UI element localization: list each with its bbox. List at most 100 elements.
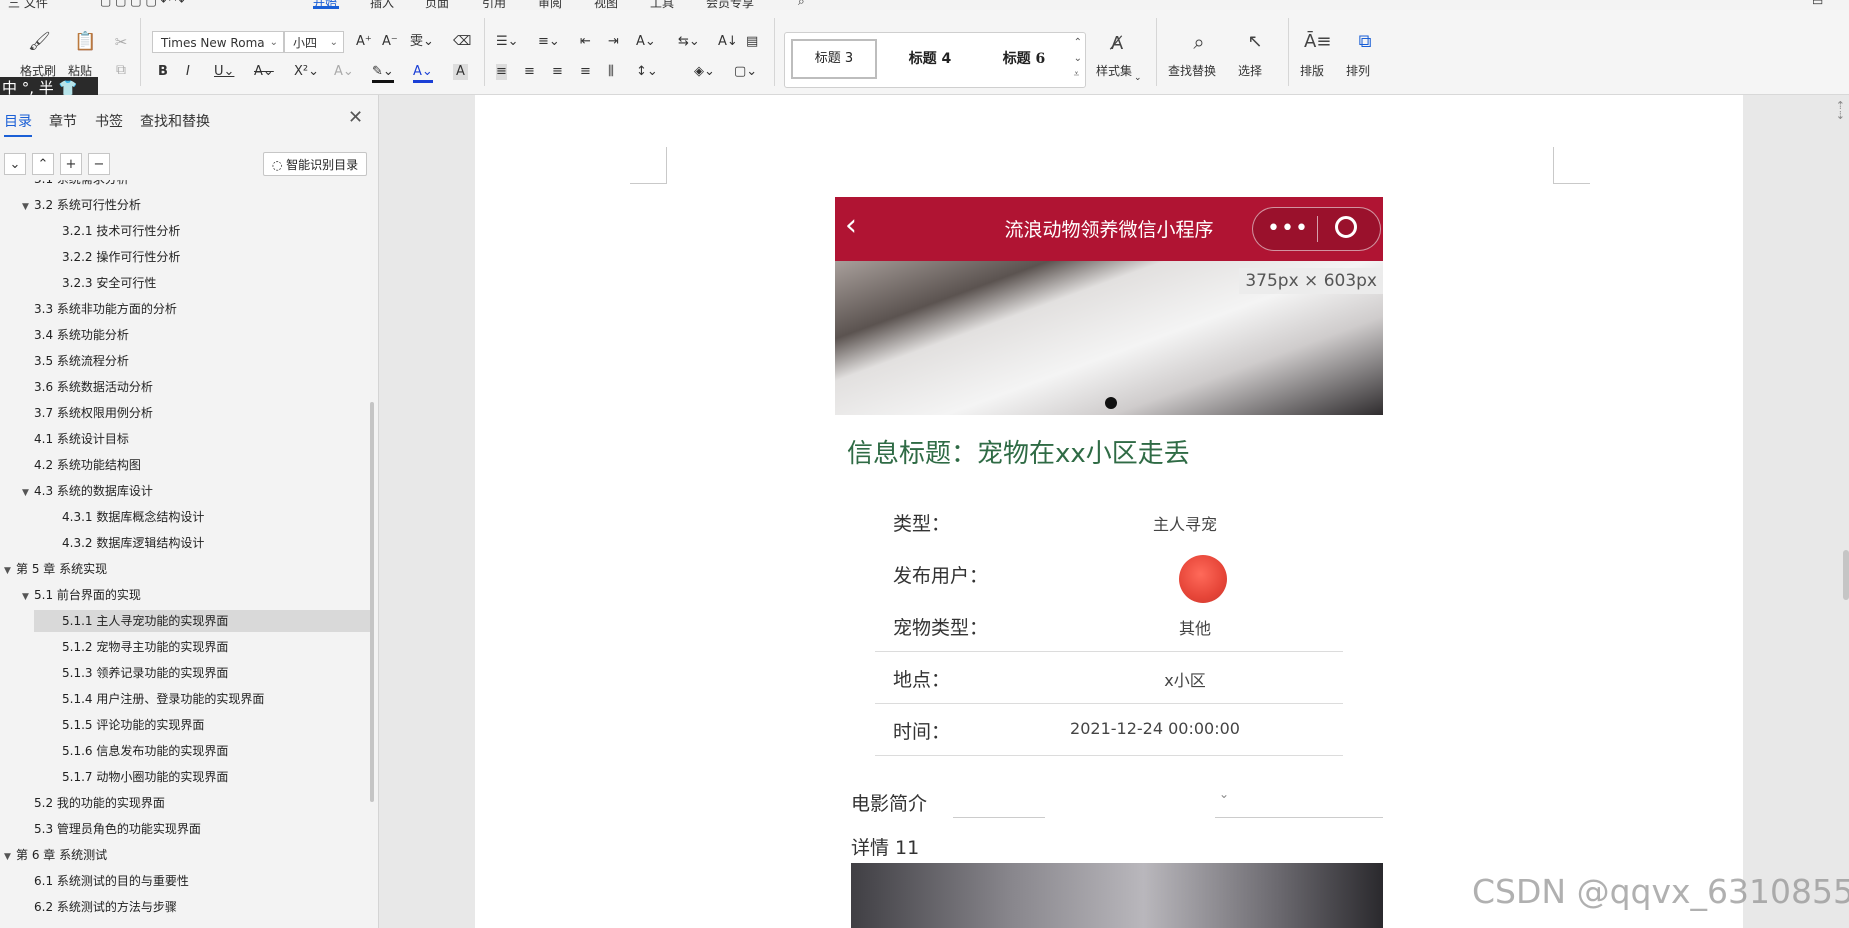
border-icon[interactable]: ▢⌄ [734, 64, 757, 80]
toc-item[interactable]: 3.3 系统非功能方面的分析 [0, 298, 177, 320]
toc-item[interactable]: 3.2.2 操作可行性分析 [0, 246, 180, 268]
style-set-label[interactable]: 样式集 [1096, 62, 1132, 79]
expand-triangle-icon[interactable]: ▼ [4, 846, 16, 868]
font-color-icon[interactable]: A⌄ [413, 64, 433, 83]
paste-icon[interactable]: 📋 [74, 32, 96, 52]
close-icon[interactable]: ✕ [348, 107, 363, 128]
toc-item[interactable]: ▼ 5.1 前台界面的实现 [0, 584, 141, 606]
arrange-icon[interactable]: ⧉ [1352, 32, 1378, 52]
underline-icon[interactable]: U⌄ [214, 64, 234, 80]
justify-icon[interactable]: ≡ [580, 64, 591, 80]
decrease-indent-icon[interactable]: ⇤ [580, 34, 591, 50]
align-center-icon[interactable]: ≡ [524, 64, 535, 80]
toc-item[interactable]: 3.5 系统流程分析 [0, 350, 129, 372]
toc-item[interactable]: 5.1.7 动物小圈功能的实现界面 [0, 766, 228, 788]
align-right-icon[interactable]: ≡ [552, 64, 563, 80]
toc-item[interactable]: 5.1.2 宠物寻主功能的实现界面 [0, 636, 228, 658]
toc-item[interactable]: 3.7 系统权限用例分析 [0, 402, 153, 424]
select-cursor-icon[interactable]: ↖ [1244, 32, 1266, 52]
toc-item[interactable]: 5.1.6 信息发布功能的实现界面 [0, 740, 228, 762]
search-icon[interactable]: ⌕ [798, 0, 805, 9]
bold-icon[interactable]: B [158, 64, 168, 80]
numbered-list-icon[interactable]: ≡⌄ [538, 34, 560, 50]
document-scrollbar[interactable] [1843, 550, 1849, 600]
font-name-select[interactable]: Times New Roma ⌄ [152, 31, 284, 53]
chevron-down-icon[interactable]: ⌄ [1134, 70, 1142, 86]
toc-item[interactable]: 4.2 系统功能结构图 [0, 454, 141, 476]
tab-tools[interactable]: 工具 [650, 0, 674, 10]
phonetic-icon[interactable]: 雯⌄ [410, 34, 434, 50]
increase-font-icon[interactable]: A⁺ [356, 34, 372, 50]
ruler-toggle-icon[interactable]: ⇡ ⇣ [1836, 100, 1845, 121]
line-spacing-icon[interactable]: ↕⌄ [636, 64, 658, 80]
toc-item[interactable]: 4.3.1 数据库概念结构设计 [0, 506, 204, 528]
distribute-icon[interactable]: ⫼ [608, 64, 614, 80]
window-control-icon[interactable]: ▭ [1812, 0, 1823, 8]
char-shading-icon[interactable]: A [453, 64, 468, 80]
copy-icon[interactable]: ⧉ [112, 60, 130, 80]
remove-heading-button[interactable]: − [88, 153, 110, 175]
file-menu[interactable]: 三 文件 [8, 0, 48, 10]
toc-item[interactable]: 3.2.3 安全可行性 [0, 272, 156, 294]
toc-item[interactable]: ▼ 3.2 系统可行性分析 [0, 194, 141, 216]
increase-indent-icon[interactable]: ⇥ [608, 34, 619, 50]
gallery-scroll-icon[interactable]: ⌃ ⌄ ⩡ [1074, 35, 1082, 83]
add-heading-button[interactable]: + [60, 153, 82, 175]
strikethrough-icon[interactable]: A⌄ [254, 64, 274, 80]
style-heading-6[interactable]: 标题 6 [981, 39, 1067, 79]
document-page[interactable]: ‹ 流浪动物领养微信小程序 ••• 375px × 603px 信息标题：宠物在… [475, 95, 1743, 928]
toc-item[interactable]: 3.6 系统数据活动分析 [0, 376, 153, 398]
text-direction-icon[interactable]: A⌄ [636, 34, 656, 50]
expand-up-button[interactable]: ⌃ [32, 153, 54, 175]
expand-triangle-icon[interactable]: ▼ [4, 560, 16, 582]
toc-scrollbar[interactable] [370, 402, 374, 802]
tab-member[interactable]: 会员专享 [706, 0, 754, 10]
tab-bookmarks[interactable]: 书签 [95, 111, 123, 131]
cut-icon[interactable]: ✂ [112, 32, 130, 52]
toc-item[interactable]: 6.1 系统测试的目的与重要性 [0, 870, 189, 892]
toc-item[interactable]: 5.1.5 评论功能的实现界面 [0, 714, 204, 736]
layout-icon[interactable]: Ā≡ [1304, 32, 1331, 52]
highlight-icon[interactable]: ✎⌄ [372, 64, 394, 83]
toc-item[interactable]: 5.2 我的功能的实现界面 [0, 792, 165, 814]
quick-access-icons[interactable]: ▢ ▢ ▢ ▢ ↶ ↷ [100, 0, 185, 8]
font-size-select[interactable]: 小四 ⌄ [284, 31, 344, 53]
expand-triangle-icon[interactable]: ▼ [22, 586, 34, 608]
tab-reference[interactable]: 引用 [482, 0, 506, 10]
expand-triangle-icon[interactable]: ▼ [22, 482, 34, 504]
italic-icon[interactable]: I [186, 64, 190, 80]
shading-icon[interactable]: ◈⌄ [694, 64, 715, 80]
tab-insert[interactable]: 插入 [370, 0, 394, 10]
find-replace-icon[interactable]: ⌕ [1186, 32, 1212, 52]
toc-item[interactable]: ▼ 4.3 系统的数据库设计 [0, 480, 153, 502]
format-painter-icon[interactable]: 🖌 [28, 32, 51, 52]
sort-icon[interactable]: A↓ [718, 34, 738, 50]
align-left-icon[interactable]: ≡ [496, 64, 507, 80]
style-heading-4[interactable]: 标题 4 [887, 39, 973, 79]
toc-item[interactable]: 3.4 系统功能分析 [0, 324, 129, 346]
toc-item[interactable]: ▼ 第 6 章 系统测试 [0, 844, 107, 866]
tab-toc[interactable]: 目录 [4, 111, 32, 137]
expand-triangle-icon[interactable]: ▼ [22, 196, 34, 218]
eraser-icon[interactable]: ⌫ [453, 34, 471, 50]
show-marks-icon[interactable]: ▤ [746, 34, 758, 50]
style-heading-3[interactable]: 标题 3 [791, 39, 877, 79]
toc-item[interactable]: ▼ 第 5 章 系统实现 [0, 558, 107, 580]
toc-item[interactable]: 5.1.3 领养记录功能的实现界面 [0, 662, 228, 684]
toc-item[interactable]: 4.3.2 数据库逻辑结构设计 [0, 532, 204, 554]
tab-find-replace[interactable]: 查找和替换 [140, 111, 210, 131]
toc-item[interactable]: 4.1 系统设计目标 [0, 428, 129, 450]
tab-view[interactable]: 视图 [594, 0, 618, 10]
toc-item[interactable]: 5.3 管理员角色的功能实现界面 [0, 818, 201, 840]
select-label[interactable]: 选择 [1238, 62, 1262, 79]
superscript-icon[interactable]: X²⌄ [294, 64, 319, 80]
toc-item[interactable]: 5.1.4 用户注册、登录功能的实现界面 [0, 688, 264, 710]
line-break-icon[interactable]: ⇆⌄ [678, 34, 700, 50]
collapse-all-button[interactable]: ⌄ [4, 153, 26, 175]
layout-label[interactable]: 排版 [1300, 62, 1324, 79]
text-effect-icon[interactable]: A⌄ [334, 64, 354, 80]
smart-toc-button[interactable]: ◌ 智能识别目录 [263, 152, 367, 176]
toc-item[interactable]: 3.1 系统需求分析 [0, 180, 129, 190]
tab-chapters[interactable]: 章节 [49, 111, 77, 131]
tab-page[interactable]: 页面 [425, 0, 449, 10]
